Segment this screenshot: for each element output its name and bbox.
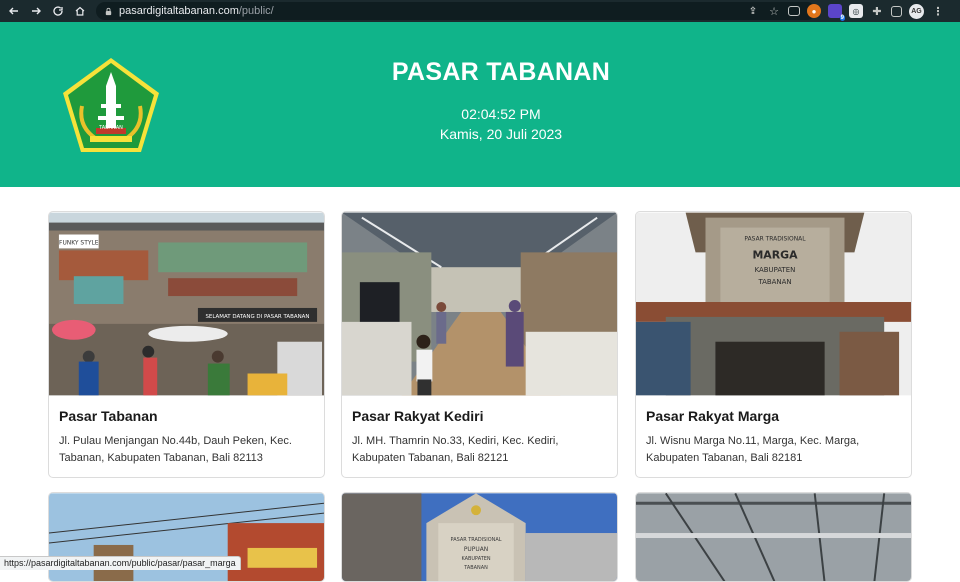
reload-icon[interactable] — [47, 0, 69, 22]
bookmark-star-icon[interactable]: ☆ — [767, 4, 781, 18]
market-address: Jl. Pulau Menjangan No.44b, Dauh Peken, … — [59, 435, 292, 464]
market-card[interactable]: PASAR TRADISIONAL MARGA KABUPATEN TABANA… — [635, 211, 912, 478]
screen-capture-icon[interactable] — [788, 6, 800, 16]
market-address: Jl. MH. Thamrin No.33, Kediri, Kec. Kedi… — [352, 435, 559, 464]
url-path: /public/ — [238, 5, 274, 17]
menu-kebab-icon[interactable]: ⋮ — [931, 4, 945, 18]
home-icon[interactable] — [69, 0, 91, 22]
photo-sign-line: KABUPATEN — [755, 266, 796, 274]
dark-extension-icon[interactable]: ◎ — [849, 4, 863, 18]
photo-sign-line: TABANAN — [757, 278, 791, 286]
market-name: Pasar Rakyat Marga — [646, 408, 780, 424]
forward-icon[interactable] — [25, 0, 47, 22]
page-title: PASAR TABANAN — [391, 58, 611, 86]
purple-extension-icon[interactable]: 9 — [828, 4, 845, 21]
market-photo — [636, 493, 911, 581]
market-card[interactable]: Pasar Rakyat Kediri Jl. MH. Thamrin No.3… — [341, 211, 618, 478]
market-address: Jl. Wisnu Marga No.11, Marga, Kec. Marga… — [646, 435, 860, 464]
market-photo: PASAR TRADISIONAL PUPUAN KABUPATEN TABAN… — [342, 493, 617, 581]
puzzle-icon[interactable]: ✚ — [870, 4, 884, 18]
share-icon[interactable]: ⇪ — [746, 4, 760, 18]
back-icon[interactable] — [3, 0, 25, 22]
market-photo — [342, 212, 617, 396]
url-host: pasardigitaltabanan.com — [119, 5, 239, 17]
link-status-bar: https://pasardigitaltabanan.com/public/p… — [0, 556, 241, 570]
photo-sign-text: SELAMAT DATANG DI PASAR TABANAN — [205, 314, 309, 320]
page-header: TABANAN PASAR TABANAN 02:04:52 PM Kamis,… — [0, 22, 960, 187]
clock-date: Kamis, 20 Juli 2023 — [439, 126, 563, 142]
sidepanel-icon[interactable] — [891, 5, 902, 17]
address-bar[interactable]: pasardigitaltabanan.com/public/ — [96, 2, 816, 20]
market-photo: FUNKY STYLE SELAMAT DATANG DI PASAR TABA… — [49, 212, 324, 396]
market-card[interactable] — [635, 492, 912, 582]
market-name: Pasar Rakyat Kediri — [352, 408, 484, 424]
browser-toolbar: pasardigitaltabanan.com/public/ ⇪ ☆ ● 9 … — [0, 0, 960, 22]
market-card[interactable]: FUNKY STYLE SELAMAT DATANG DI PASAR TABA… — [48, 211, 325, 478]
profile-avatar[interactable]: AG — [909, 3, 924, 19]
market-photo: PASAR TRADISIONAL MARGA KABUPATEN TABANA… — [636, 212, 911, 396]
market-name: Pasar Tabanan — [59, 408, 158, 424]
market-card[interactable]: PASAR TRADISIONAL PUPUAN KABUPATEN TABAN… — [341, 492, 618, 582]
extension-badge: 9 — [839, 15, 845, 21]
photo-sign-text: FUNKY STYLE — [59, 239, 99, 246]
clock-time: 02:04:52 PM — [461, 106, 541, 122]
photo-sign-line: MARGA — [752, 248, 798, 261]
photo-sign-line: PASAR TRADISIONAL — [744, 235, 806, 242]
photo-sign-line: PUPUAN — [464, 546, 488, 553]
photo-sign-line: KABUPATEN — [461, 556, 490, 562]
photo-sign-line: PASAR TRADISIONAL — [451, 537, 502, 543]
lock-icon — [105, 7, 112, 15]
fox-extension-icon[interactable]: ● — [807, 4, 821, 18]
extensions-bar: ⇪ ☆ ● 9 ◎ ✚ AG ⋮ — [749, 0, 945, 22]
